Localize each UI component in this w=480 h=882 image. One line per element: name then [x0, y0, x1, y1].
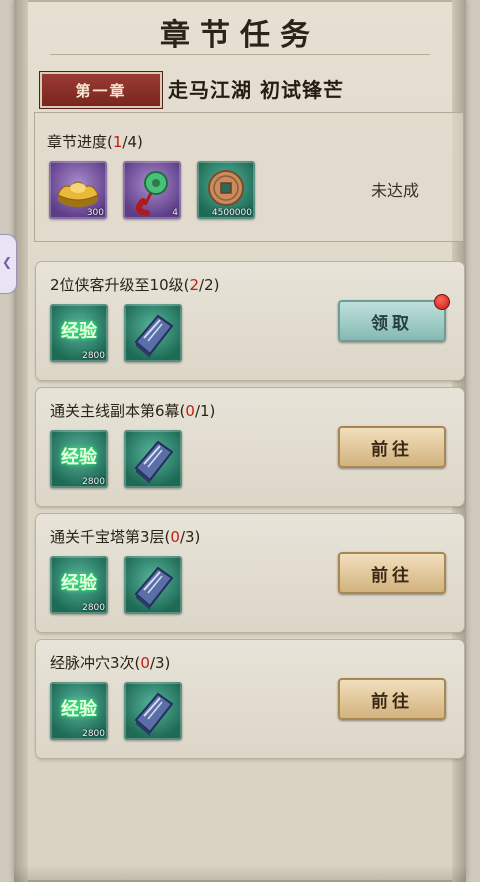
go-button-label: 前往 — [371, 691, 413, 712]
reward-slot[interactable]: 经验 2800 — [50, 304, 108, 362]
task-label: 经脉冲穴3次(0/3) — [50, 654, 171, 672]
reward-slot[interactable] — [124, 682, 182, 740]
claim-button[interactable]: 领取 — [338, 294, 450, 342]
side-tab-arrow-icon: ❮ — [2, 255, 13, 269]
reward-qty: 2800 — [82, 351, 105, 361]
go-button-label: 前往 — [371, 439, 413, 460]
side-tab[interactable]: ❮ — [0, 234, 17, 294]
task-current: 0 — [185, 402, 195, 420]
manual-book-icon — [134, 440, 174, 484]
task-label: 通关主线副本第6幕(0/1) — [50, 402, 216, 420]
progress-current: 1 — [112, 133, 123, 151]
reward-slot[interactable] — [124, 430, 182, 488]
task-card: 2位侠客升级至10级(2/2) 经验 2800 领取 — [36, 262, 464, 380]
task-card: 通关千宝塔第3层(0/3) 经验 2800 前往 — [36, 514, 464, 632]
reward-slot[interactable]: 经验 2800 — [50, 556, 108, 614]
exp-icon: 经验 — [61, 699, 97, 720]
reward-qty: 4500000 — [211, 208, 252, 218]
alert-dot-icon — [434, 294, 450, 310]
reward-slot[interactable]: 300 — [49, 161, 107, 219]
page-title: 章节任务 — [160, 18, 320, 53]
exp-icon: 经验 — [61, 447, 97, 468]
reward-slot[interactable] — [124, 304, 182, 362]
manual-book-icon — [134, 314, 174, 358]
task-current: 2 — [189, 276, 200, 294]
book-edge-left — [14, 0, 28, 882]
reward-qty: 2800 — [82, 603, 105, 613]
chapter-badge: 第一章 — [39, 71, 163, 109]
task-card: 经脉冲穴3次(0/3) 经验 2800 前往 — [36, 640, 464, 758]
chapter-progress-panel: 章节进度(1/4) 300 4 4500000 未达成 — [34, 112, 464, 242]
task-current: 0 — [140, 654, 150, 672]
exp-icon: 经验 — [61, 573, 97, 594]
task-label: 2位侠客升级至10级(2/2) — [50, 276, 220, 294]
go-button[interactable]: 前往 — [338, 552, 446, 594]
reward-qty: 2800 — [82, 477, 105, 487]
reward-qty: 4 — [172, 208, 178, 218]
reward-qty: 300 — [86, 208, 104, 218]
task-card: 通关主线副本第6幕(0/1) 经验 2800 前往 — [36, 388, 464, 506]
page-shadow — [14, 866, 466, 882]
reward-qty: 2800 — [82, 729, 105, 739]
reward-slot[interactable]: 经验 2800 — [50, 682, 108, 740]
reward-slot[interactable] — [124, 556, 182, 614]
reward-slot[interactable]: 4 — [123, 161, 181, 219]
task-label: 通关千宝塔第3层(0/3) — [50, 528, 201, 546]
claim-button-label: 领取 — [371, 313, 413, 334]
go-button[interactable]: 前往 — [338, 678, 446, 720]
title-divider — [50, 54, 430, 55]
manual-book-icon — [134, 692, 174, 736]
reward-slot[interactable]: 经验 2800 — [50, 430, 108, 488]
chapter-name: 走马江湖 初试锋芒 — [168, 78, 344, 102]
exp-icon: 经验 — [61, 321, 97, 342]
progress-status: 未达成 — [370, 181, 419, 200]
reward-slot[interactable]: 4500000 — [197, 161, 255, 219]
go-button[interactable]: 前往 — [338, 426, 446, 468]
task-current: 0 — [170, 528, 180, 546]
chapter-header: 第一章 走马江湖 初试锋芒 — [39, 71, 440, 109]
manual-book-icon — [134, 566, 174, 610]
chapter-progress-label: 章节进度(1/4) — [47, 133, 143, 151]
go-button-label: 前往 — [371, 565, 413, 586]
